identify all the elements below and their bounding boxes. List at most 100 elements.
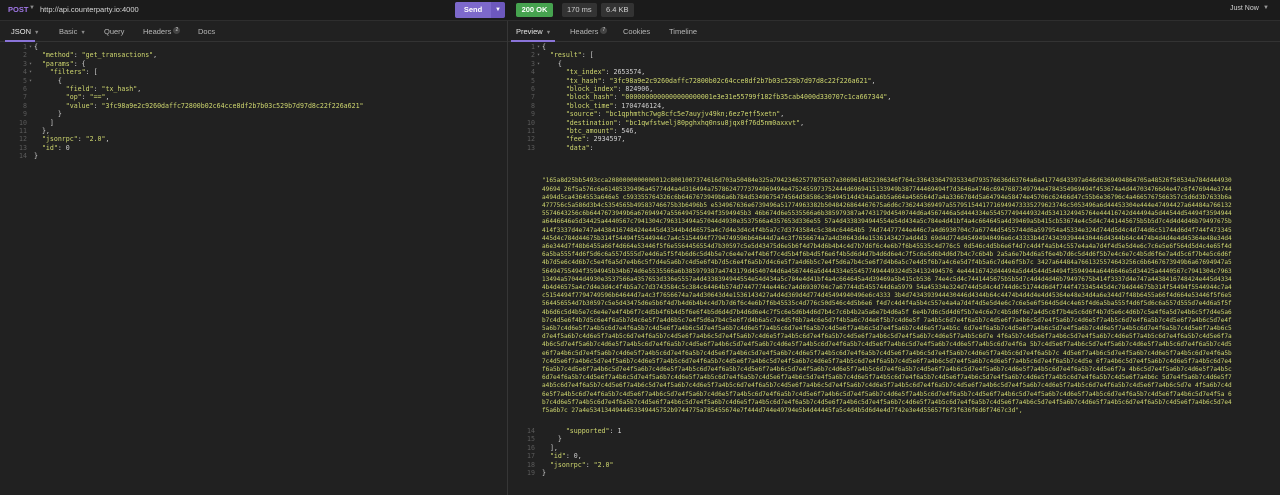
tab-response-headers[interactable]: Headers 7 bbox=[570, 27, 608, 36]
http-method-select[interactable]: POST bbox=[8, 5, 28, 14]
code-line: 5 ▾ { bbox=[0, 77, 507, 85]
chevron-down-icon[interactable]: ▼ bbox=[29, 5, 35, 11]
code-line: 7 "op": "==", bbox=[0, 93, 507, 101]
code-text: { bbox=[542, 59, 562, 68]
chevron-down-icon[interactable]: ▼ bbox=[1263, 5, 1269, 11]
code-line: 9 "source": "bc1qphmthc7wg8cfc5e7auyjv49… bbox=[508, 110, 1280, 118]
code-line: 8 "value": "3fc98a9e2c9260daffc72800b02c… bbox=[0, 102, 507, 110]
headers-count-badge: 7 bbox=[600, 27, 608, 34]
code-text: "filters": [ bbox=[49, 68, 98, 77]
line-number: 11 bbox=[527, 126, 535, 135]
send-button[interactable]: Send bbox=[455, 2, 491, 18]
tab-basic[interactable]: Basic ▼ bbox=[59, 27, 86, 36]
code-line: 3 ▾ { bbox=[508, 60, 1280, 68]
line-number: 18 bbox=[527, 460, 535, 469]
code-line: 12 "jsonrpc": "2.0", bbox=[0, 135, 507, 143]
fold-toggle-icon[interactable]: ▾ bbox=[537, 51, 540, 59]
code-text: "block_time": 1704746124, bbox=[565, 101, 666, 110]
code-text: }, bbox=[34, 126, 50, 135]
code-line: 10 ] bbox=[0, 119, 507, 127]
request-body-editor[interactable]: 1 ▾{2 "method": "get_transactions", 3 ▾ "pa… bbox=[0, 43, 507, 495]
code-text: "op": "==", bbox=[65, 93, 110, 102]
code-text: "jsonrpc": "2.0", bbox=[41, 135, 110, 144]
code-line: 6 "block_index": 824906, bbox=[508, 85, 1280, 93]
fold-toggle-icon[interactable]: ▾ bbox=[29, 68, 32, 76]
url-input[interactable]: http://api.counterparty.io:4000 bbox=[40, 5, 139, 14]
code-text: { bbox=[542, 43, 546, 51]
code-line: 14 "supported": 1 bbox=[508, 427, 1280, 435]
code-line: 10 "destination": "bc1qwfstwelj80pghxhq0… bbox=[508, 119, 1280, 127]
line-number: 8 bbox=[23, 101, 27, 110]
tab-timeline[interactable]: Timeline bbox=[669, 27, 697, 36]
status-badge: 200 OK bbox=[516, 3, 553, 17]
tab-cookies[interactable]: Cookies bbox=[623, 27, 650, 36]
code-line: 1 ▾{ bbox=[0, 43, 507, 51]
request-tabs: JSON ▼ Basic ▼ Query Headers 2 Docs bbox=[0, 21, 507, 42]
code-text: "id": 0, bbox=[549, 452, 582, 461]
fold-toggle-icon[interactable]: ▾ bbox=[29, 43, 32, 51]
line-number: 2 bbox=[531, 51, 535, 60]
code-text: } bbox=[542, 435, 562, 444]
line-number: 15 bbox=[527, 435, 535, 444]
fold-toggle-icon[interactable]: ▾ bbox=[29, 77, 32, 85]
code-line: 4 "tx_index": 2653574, bbox=[508, 68, 1280, 76]
code-line: 12 "fee": 2934597, bbox=[508, 135, 1280, 143]
line-number: 13 bbox=[19, 143, 27, 152]
code-line: 19} bbox=[508, 469, 1280, 477]
code-text: "fee": 2934597, bbox=[565, 135, 626, 144]
active-tab-indicator bbox=[511, 40, 555, 42]
code-text: "tx_index": 2653574, bbox=[565, 68, 646, 77]
code-line: 8 "block_time": 1704746124, bbox=[508, 102, 1280, 110]
line-number: 2 bbox=[23, 51, 27, 60]
code-text: "field": "tx_hash", bbox=[65, 84, 142, 93]
send-options-chevron-icon[interactable]: ▼ bbox=[491, 2, 505, 18]
line-number: 1 bbox=[531, 43, 535, 51]
request-bar: POST ▼ http://api.counterparty.io:4000 S… bbox=[0, 0, 1280, 21]
tab-docs[interactable]: Docs bbox=[198, 27, 215, 36]
fold-toggle-icon[interactable]: ▾ bbox=[29, 60, 32, 68]
code-text: "supported": 1 bbox=[565, 427, 622, 435]
code-text: ], bbox=[542, 443, 558, 452]
line-number: 17 bbox=[527, 452, 535, 461]
line-number: 10 bbox=[527, 118, 535, 127]
code-line: 2 "method": "get_transactions", bbox=[0, 51, 507, 59]
line-number: 14 bbox=[527, 427, 535, 435]
tab-preview[interactable]: Preview ▼ bbox=[516, 27, 551, 36]
code-line: 6 "field": "tx_hash", bbox=[0, 85, 507, 93]
line-number: 16 bbox=[527, 443, 535, 452]
line-number: 9 bbox=[531, 110, 535, 119]
code-text: } bbox=[34, 110, 62, 119]
fold-toggle-icon[interactable]: ▾ bbox=[537, 60, 540, 68]
response-size-badge: 6.4 KB bbox=[601, 3, 634, 17]
fold-toggle-icon[interactable]: ▾ bbox=[537, 43, 540, 51]
code-line: 9 } bbox=[0, 110, 507, 118]
tab-query[interactable]: Query bbox=[104, 27, 124, 36]
history-dropdown[interactable]: Just Now bbox=[1230, 5, 1259, 12]
tab-headers[interactable]: Headers 2 bbox=[143, 27, 181, 36]
code-line: 4 ▾ "filters": [ bbox=[0, 68, 507, 76]
line-number: 3 bbox=[23, 59, 27, 68]
code-text: "btc_amount": 546, bbox=[565, 126, 638, 135]
line-number: 5 bbox=[531, 76, 535, 85]
code-text: } bbox=[34, 152, 38, 161]
line-number: 1 bbox=[23, 43, 27, 51]
code-text: "tx_hash": "3fc98a9e2c9260daffc72800b02c… bbox=[565, 76, 876, 85]
code-line: 5 "tx_hash": "3fc98a9e2c9260daffc72800b0… bbox=[508, 77, 1280, 85]
headers-count-badge: 2 bbox=[173, 27, 181, 34]
code-text: "source": "bc1qphmthc7wg8cfc5e7auyjv49kn… bbox=[565, 110, 785, 119]
line-number: 14 bbox=[19, 152, 27, 161]
code-text: } bbox=[542, 468, 546, 477]
code-text: "block_index": 824906, bbox=[565, 84, 654, 93]
chevron-down-icon: ▼ bbox=[34, 30, 40, 36]
active-tab-indicator bbox=[5, 40, 35, 42]
response-body-viewer: 1 ▾{2 ▾ "result": [3 ▾ {4 "tx_index": 26535… bbox=[508, 43, 1280, 495]
tab-json[interactable]: JSON ▼ bbox=[11, 27, 39, 36]
line-number: 7 bbox=[531, 93, 535, 102]
code-text: "method": "get_transactions", bbox=[41, 51, 158, 60]
code-line: 18 "jsonrpc": "2.0" bbox=[508, 461, 1280, 469]
code-line: 15 } bbox=[508, 435, 1280, 443]
data-hex-value: "165a8d25bb5493cca2080000000000012c80010… bbox=[542, 177, 1232, 415]
code-line: 13 "data": bbox=[508, 144, 1280, 152]
chevron-down-icon: ▼ bbox=[545, 30, 552, 36]
line-number: 12 bbox=[19, 135, 27, 144]
